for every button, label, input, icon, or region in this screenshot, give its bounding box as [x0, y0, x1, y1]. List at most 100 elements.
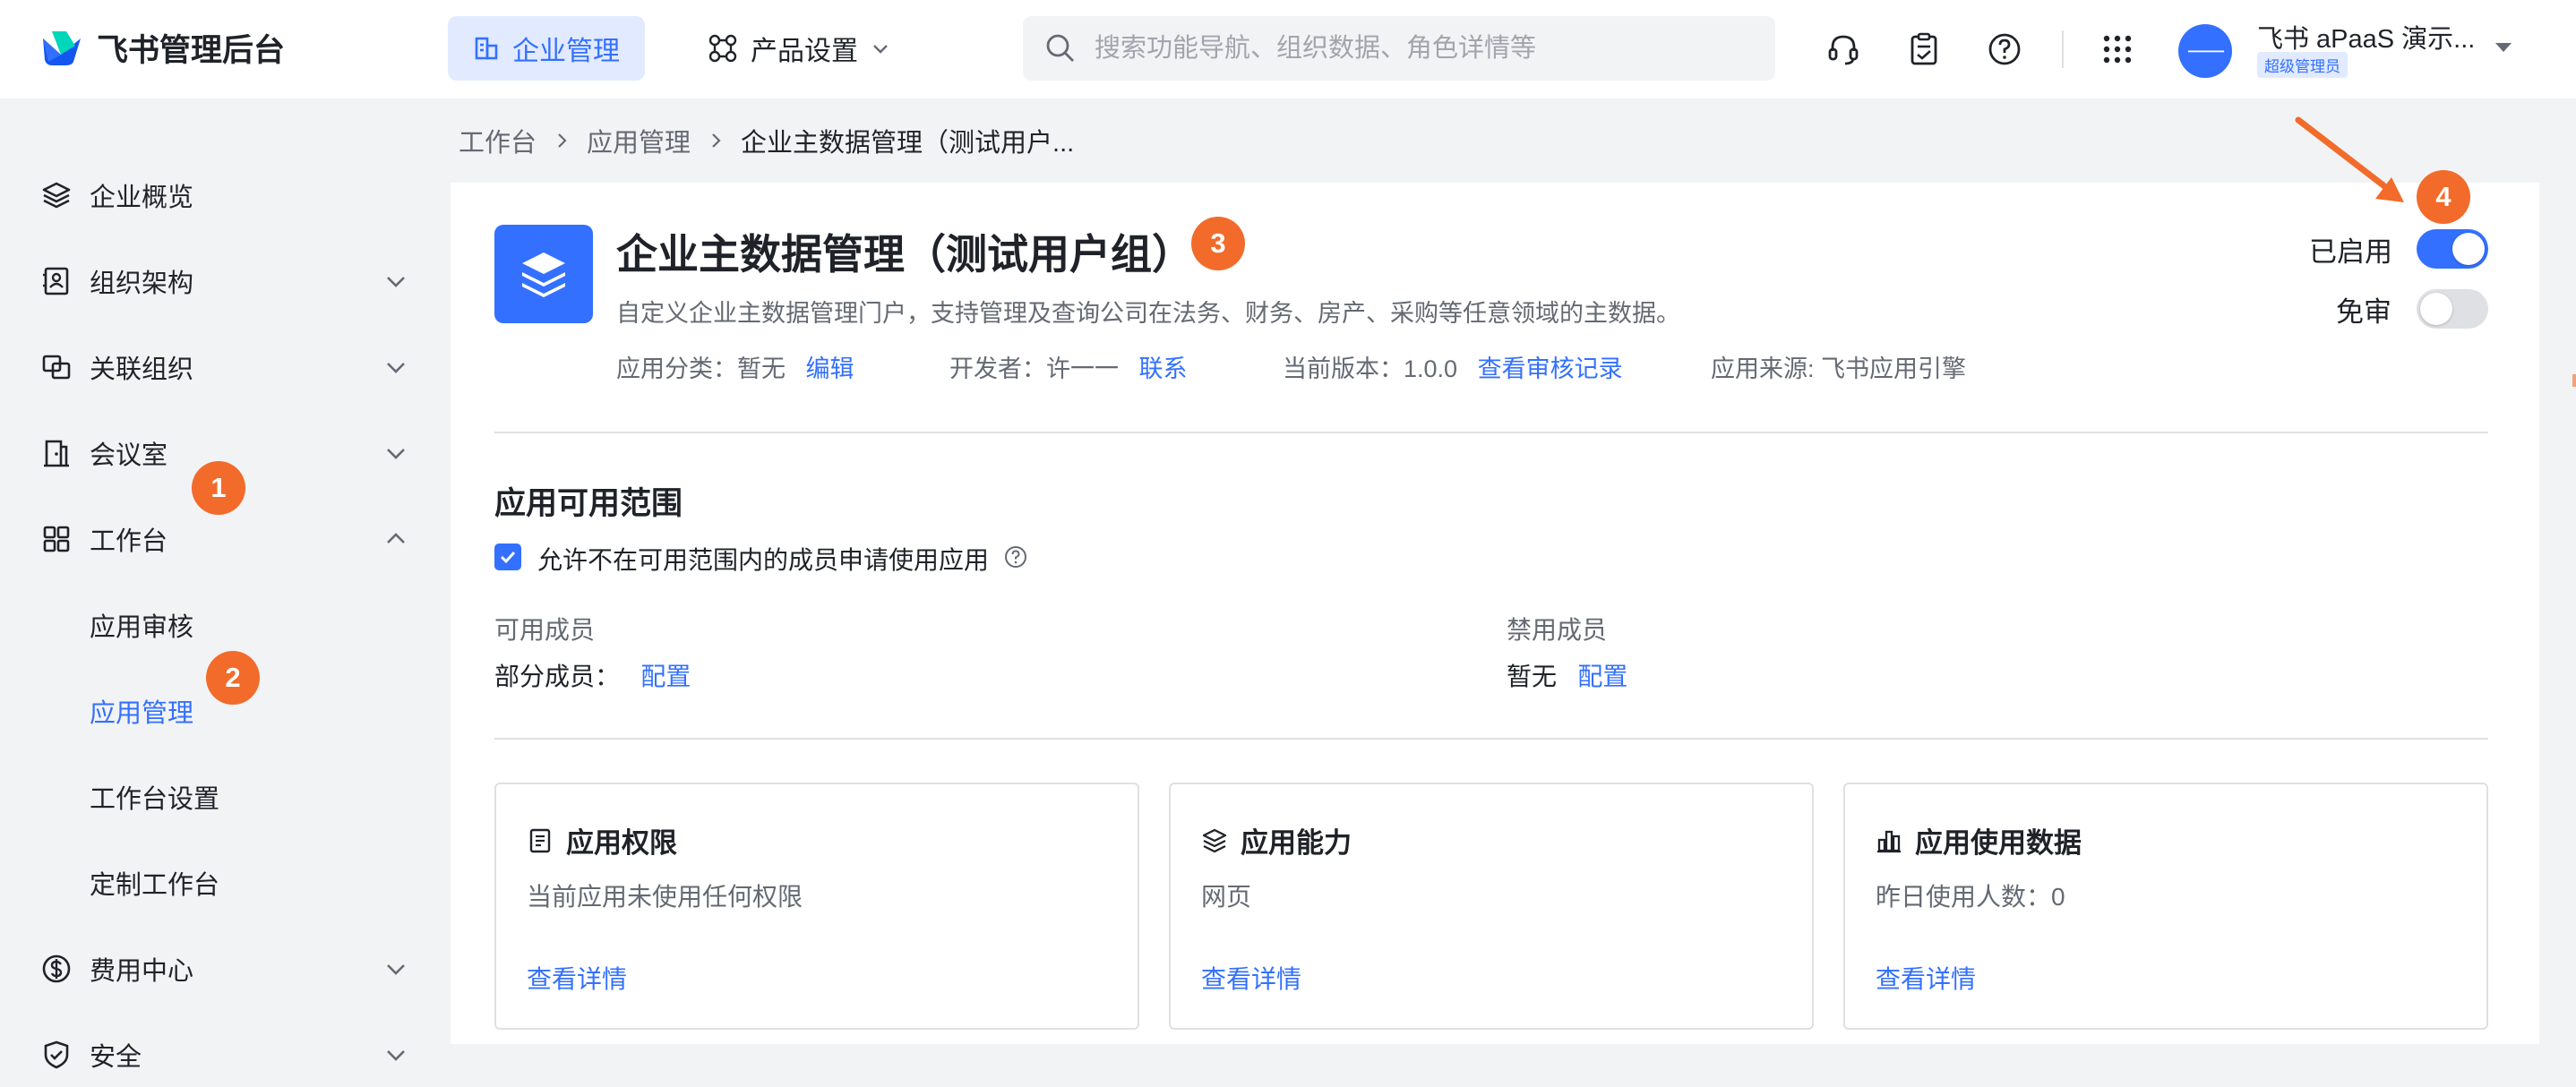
- chevron-up-icon: [387, 533, 405, 544]
- app-version: 当前版本：1.0.0 查看审核记录: [1283, 349, 1623, 384]
- sidebar-item-label: 费用中心: [90, 957, 194, 986]
- tab-product-settings[interactable]: 产品设置: [683, 16, 915, 81]
- sidebar-item-label: 工作台设置: [90, 785, 220, 814]
- card-title: 应用能力: [1201, 820, 1352, 860]
- app-title: 企业主数据管理（测试用户组）: [616, 231, 1193, 278]
- sidebar-item-billing[interactable]: 费用中心: [0, 937, 448, 1001]
- card-title: 应用使用数据: [1876, 820, 2082, 860]
- sidebar-item-security[interactable]: 安全: [0, 1023, 448, 1087]
- breadcrumb-item-workbench[interactable]: 工作台: [459, 122, 537, 159]
- chevron-down-icon: [387, 277, 405, 287]
- contact-developer-link[interactable]: 联系: [1139, 355, 1188, 382]
- caret-down-icon[interactable]: [2492, 36, 2515, 59]
- card-title: 应用权限: [527, 820, 677, 860]
- allow-apply-checkbox[interactable]: [494, 544, 521, 570]
- chevron-down-icon: [387, 363, 405, 373]
- card-description: 昨日使用人数：0: [1876, 883, 2065, 911]
- app-version-label: 当前版本：1.0.0: [1283, 355, 1458, 382]
- sidebar-item-linked-orgs[interactable]: 关联组织: [0, 335, 448, 399]
- scope-section-title: 应用可用范围: [494, 486, 683, 521]
- app-category-label: 应用分类：暂无: [616, 355, 786, 382]
- checkmark-icon: [500, 551, 516, 564]
- headset-icon[interactable]: [1822, 28, 1865, 71]
- chevron-down-icon: [873, 45, 888, 54]
- logo[interactable]: 飞书管理后台: [39, 25, 285, 71]
- exempt-review-toggle[interactable]: [2417, 289, 2488, 329]
- banned-members-text: 暂无: [1507, 663, 1558, 690]
- exempt-review-label: 免审: [2336, 296, 2391, 328]
- search-icon: [1046, 34, 1074, 62]
- header-divider: [2062, 30, 2064, 68]
- help-icon[interactable]: [1003, 544, 1028, 569]
- door-icon: [39, 436, 73, 470]
- annotation-badge-4: 4: [2417, 170, 2470, 224]
- toggle-knob: [2452, 233, 2485, 265]
- sidebar-item-label: 企业概览: [90, 184, 194, 212]
- app-description: 自定义企业主数据管理门户，支持管理及查询公司在法务、财务、房产、采购等任意领域的…: [616, 300, 1680, 327]
- sidebar-item-app-review[interactable]: 应用审核: [0, 593, 448, 657]
- scrollbar-marker: [2572, 374, 2576, 387]
- view-details-link[interactable]: 查看详情: [527, 960, 627, 996]
- layers-icon: [39, 178, 73, 212]
- sidebar-item-workbench[interactable]: 工作台: [0, 507, 448, 571]
- contact-card-icon: [39, 264, 73, 298]
- sidebar-item-workbench-settings[interactable]: 工作台设置: [0, 765, 448, 829]
- sidebar-item-custom-workbench[interactable]: 定制工作台: [0, 851, 448, 915]
- breadcrumb: 工作台 应用管理 企业主数据管理（测试用户...: [459, 122, 1074, 159]
- app-grid-icon[interactable]: [2096, 28, 2139, 71]
- enabled-label: 已启用: [2309, 236, 2392, 268]
- banned-members-label: 禁用成员: [1507, 616, 1608, 644]
- todo-list-icon[interactable]: [1902, 28, 1945, 71]
- breadcrumb-item-current: 企业主数据管理（测试用户...: [741, 129, 1075, 158]
- tab-enterprise-management[interactable]: 企业管理: [448, 16, 645, 81]
- edit-category-link[interactable]: 编辑: [806, 355, 854, 382]
- layers-icon: [522, 252, 565, 297]
- sidebar-item-label: 应用管理: [90, 699, 194, 728]
- chevron-down-icon: [387, 964, 405, 975]
- card-app-capabilities: 应用能力 网页 查看详情: [1169, 783, 1814, 1030]
- view-details-link[interactable]: 查看详情: [1876, 960, 1976, 996]
- breadcrumb-item-app-management[interactable]: 应用管理: [587, 122, 691, 159]
- banned-members-value: 暂无 配置: [1507, 657, 1627, 693]
- bar-chart-icon: [1877, 830, 1901, 852]
- product-settings-icon: [708, 34, 737, 63]
- grid-icon: [39, 522, 73, 556]
- search-input[interactable]: [1093, 32, 1754, 64]
- available-members-label: 可用成员: [494, 616, 596, 644]
- enabled-toggle[interactable]: [2417, 229, 2488, 269]
- shield-icon: [39, 1038, 73, 1072]
- available-members-text: 部分成员：: [494, 663, 621, 690]
- layers-icon: [1202, 828, 1227, 852]
- card-description: 当前应用未使用任何权限: [527, 883, 803, 911]
- help-icon[interactable]: [1983, 28, 2026, 71]
- card-title-text: 应用权限: [566, 827, 677, 859]
- app-icon: [494, 225, 593, 323]
- tab-enterprise-management-label: 企业管理: [512, 37, 620, 66]
- app-source: 应用来源: 飞书应用引擎: [1711, 355, 1967, 382]
- configure-available-link[interactable]: 配置: [640, 663, 691, 690]
- search-box[interactable]: [1023, 16, 1775, 81]
- user-name[interactable]: 飞书 aPaaS 演示...: [2257, 18, 2475, 56]
- sidebar-item-label: 定制工作台: [90, 871, 220, 900]
- chevron-down-icon: [387, 449, 405, 459]
- view-details-link[interactable]: 查看详情: [1201, 960, 1301, 996]
- sidebar-item-overview[interactable]: 企业概览: [0, 163, 448, 227]
- sidebar-item-org-structure[interactable]: 组织架构: [0, 249, 448, 313]
- app-category: 应用分类：暂无 编辑: [616, 349, 854, 384]
- configure-banned-link[interactable]: 配置: [1577, 663, 1627, 690]
- annotation-arrow-icon: [2295, 116, 2404, 202]
- sidebar-item-label: 组织架构: [90, 270, 194, 298]
- chevron-right-icon: [558, 133, 567, 148]
- card-app-permissions: 应用权限 当前应用未使用任何权限 查看详情: [494, 783, 1139, 1030]
- sidebar-item-label: 安全: [90, 1043, 142, 1072]
- top-bar: 飞书管理后台 企业管理 产品设置 搜索功能导航、组织数据、角色详情等 一一 飞书…: [0, 0, 2576, 98]
- toggle-knob: [2420, 293, 2452, 325]
- card-title-text: 应用使用数据: [1915, 827, 2082, 859]
- annotation-badge-3: 3: [1191, 217, 1245, 270]
- avatar[interactable]: 一一: [2178, 24, 2232, 78]
- annotation-badge-2: 2: [206, 651, 260, 705]
- chevron-right-icon: [712, 133, 721, 148]
- sidebar-item-label: 关联组织: [90, 355, 194, 384]
- allow-apply-label: 允许不在可用范围内的成员申请使用应用: [537, 546, 990, 574]
- review-history-link[interactable]: 查看审核记录: [1478, 355, 1623, 382]
